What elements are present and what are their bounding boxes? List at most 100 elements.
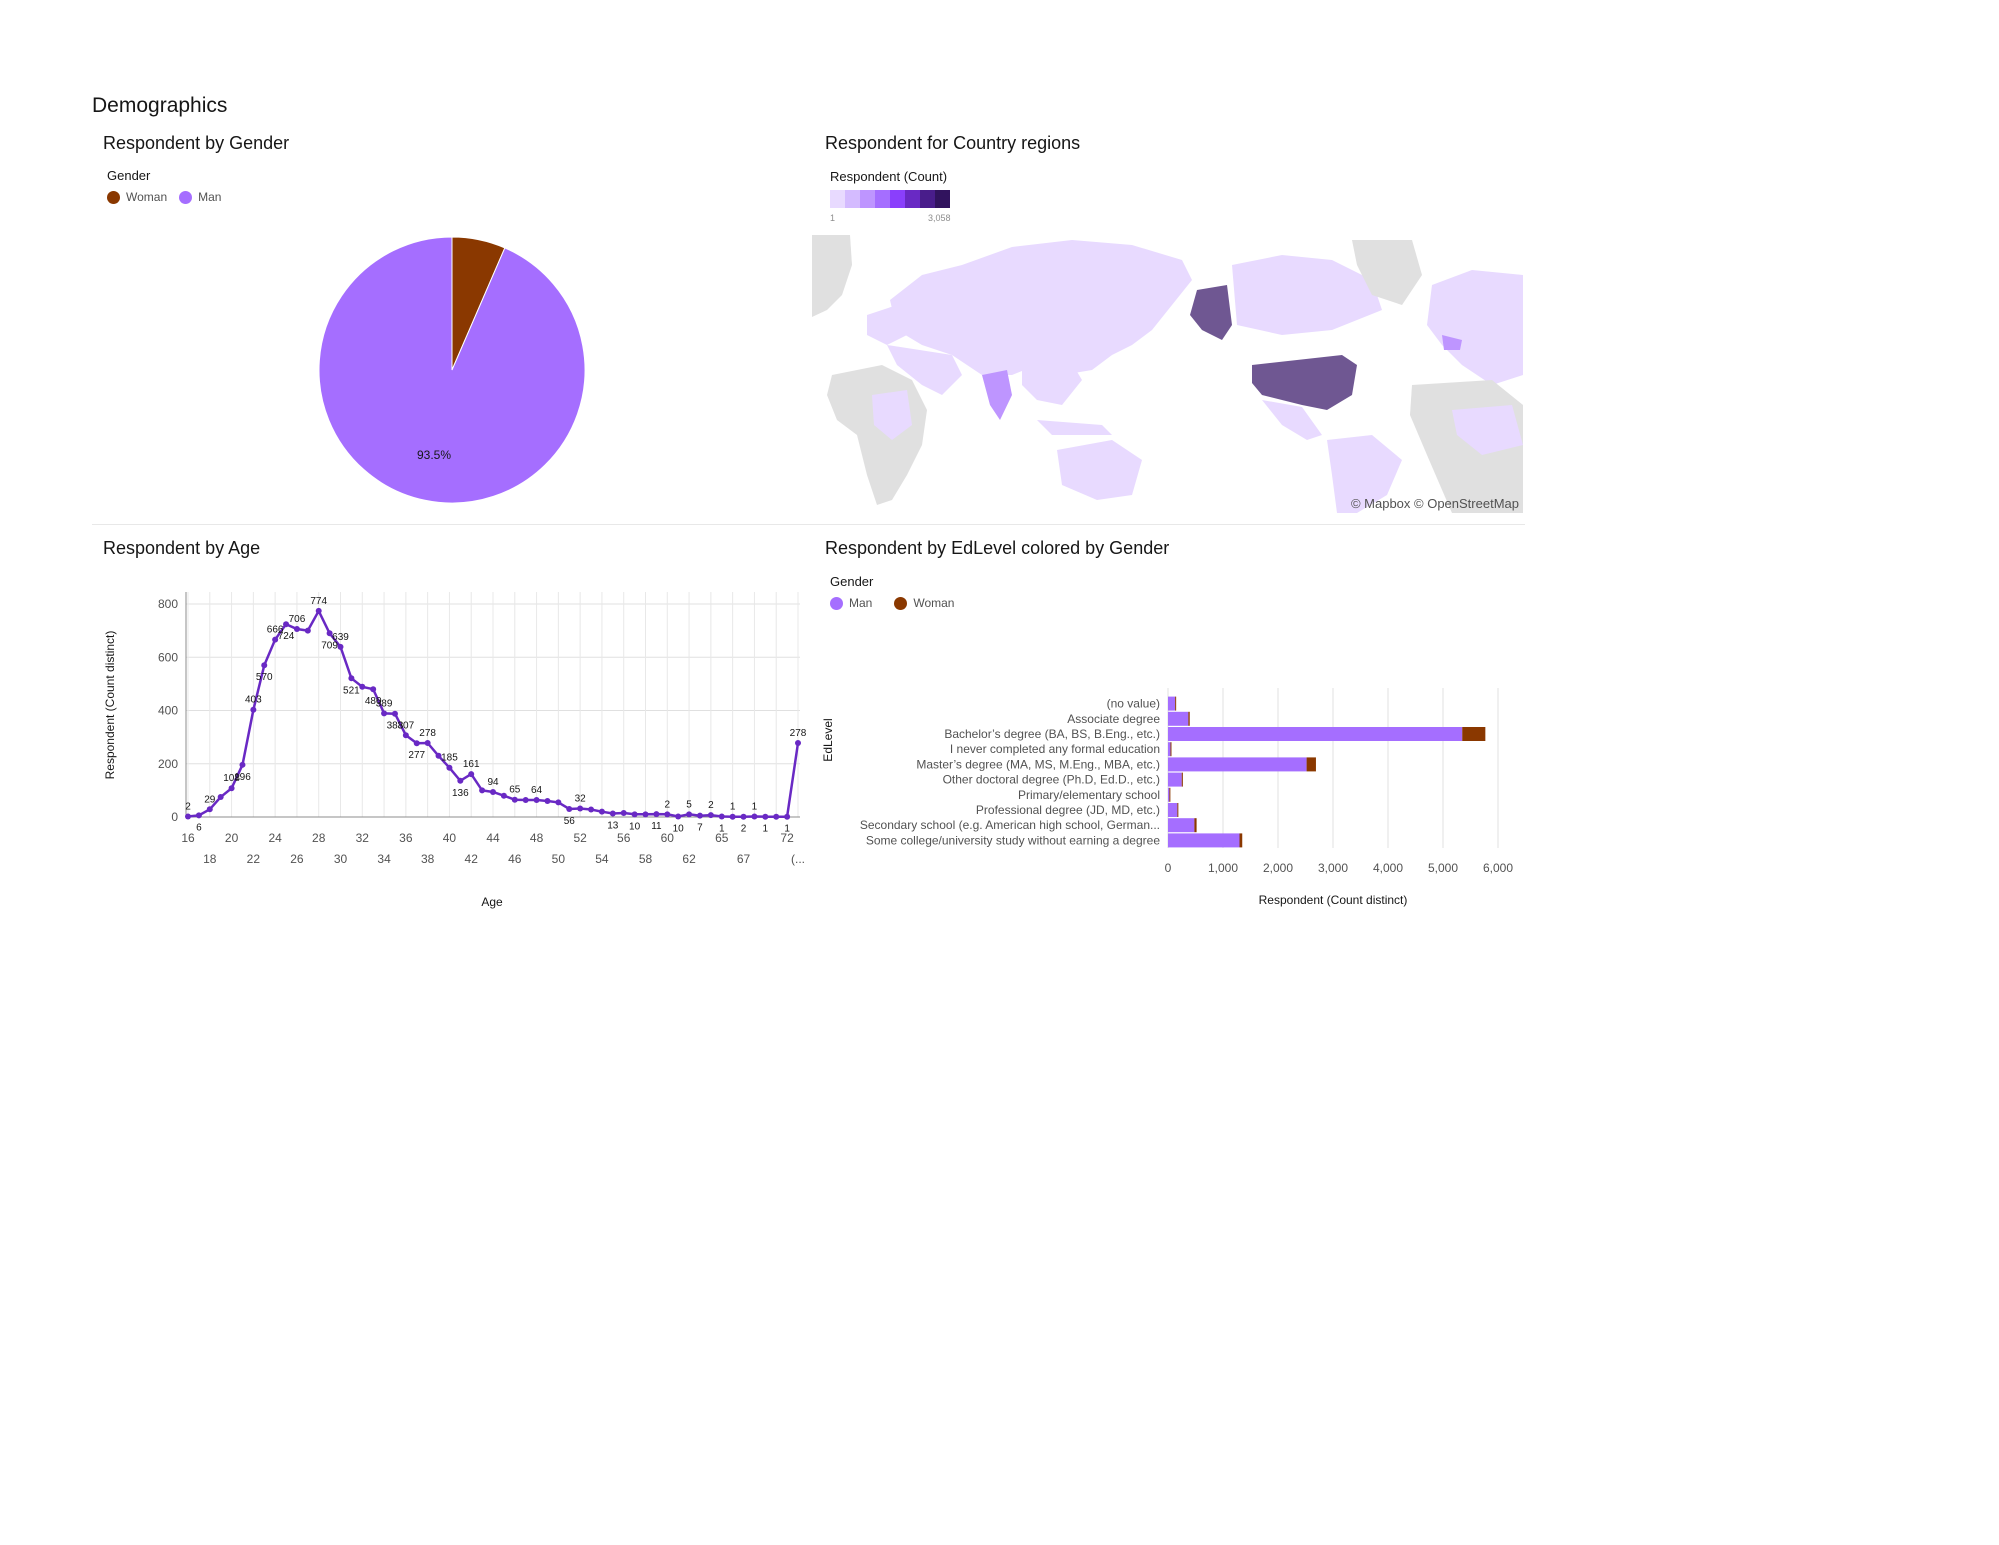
map-attribution[interactable]: © Mapbox © OpenStreetMap: [1351, 496, 1519, 511]
age-data-point[interactable]: [686, 811, 693, 818]
age-data-point[interactable]: [413, 740, 420, 747]
ed-bar-woman[interactable]: [1169, 787, 1171, 802]
ed-bar-woman[interactable]: [1306, 757, 1316, 772]
ed-bar-woman[interactable]: [1194, 818, 1197, 833]
age-data-point[interactable]: [729, 813, 736, 820]
age-data-point[interactable]: [490, 788, 496, 795]
age-data-point[interactable]: [696, 812, 703, 819]
ed-bar-woman[interactable]: [1175, 696, 1177, 711]
age-data-point[interactable]: [609, 810, 616, 817]
age-data-point[interactable]: [304, 627, 311, 634]
ed-bar-woman[interactable]: [1181, 772, 1183, 787]
man-swatch-icon: [830, 596, 843, 610]
ed-x-tick-label: 0: [1165, 861, 1172, 875]
edlevel-panel-title: Respondent by EdLevel colored by Gender: [825, 538, 1170, 558]
age-data-point[interactable]: [598, 808, 605, 815]
age-data-point[interactable]: [762, 813, 769, 820]
age-x-tick-label: 30: [334, 852, 348, 866]
ed-bar-man[interactable]: [1168, 833, 1240, 848]
age-data-point[interactable]: [751, 813, 758, 820]
legend-item-man[interactable]: Man: [179, 190, 221, 204]
age-data-label: 2: [185, 801, 191, 812]
ed-bar-woman[interactable]: [1188, 711, 1190, 726]
age-data-point[interactable]: [391, 710, 398, 717]
age-data-point[interactable]: [293, 626, 300, 633]
age-data-label: 278: [790, 728, 807, 739]
age-data-point[interactable]: [784, 813, 791, 820]
age-data-point[interactable]: [315, 607, 322, 614]
age-data-point[interactable]: [250, 706, 257, 713]
age-data-point[interactable]: [402, 732, 409, 739]
map-canvas[interactable]: [812, 235, 1523, 513]
age-data-point[interactable]: [718, 813, 725, 820]
age-data-point[interactable]: [642, 811, 649, 818]
age-data-point[interactable]: [631, 811, 638, 818]
ed-bar-woman[interactable]: [1239, 833, 1243, 848]
age-data-point[interactable]: [577, 805, 584, 812]
pie-slice-man[interactable]: [318, 236, 586, 504]
legend-item-woman[interactable]: Woman: [107, 190, 167, 204]
gender-pie-chart: 93.5%: [318, 236, 586, 504]
age-data-point[interactable]: [620, 810, 627, 817]
age-data-point[interactable]: [185, 813, 191, 820]
age-data-point[interactable]: [424, 739, 431, 746]
age-data-point[interactable]: [217, 794, 224, 801]
age-data-point[interactable]: [228, 785, 235, 792]
age-data-point[interactable]: [500, 792, 507, 799]
world-map[interactable]: © Mapbox © OpenStreetMap: [812, 235, 1523, 513]
ed-category-label: (no value): [1107, 697, 1160, 711]
ed-bar-man[interactable]: [1168, 727, 1463, 741]
ed-bar-man[interactable]: [1168, 696, 1176, 711]
age-data-point[interactable]: [468, 771, 475, 778]
age-data-point[interactable]: [740, 813, 747, 820]
ed-bar-woman[interactable]: [1177, 803, 1179, 817]
age-data-point[interactable]: [773, 813, 780, 820]
age-data-point[interactable]: [675, 813, 682, 820]
country-panel-title: Respondent for Country regions: [825, 133, 1081, 153]
ed-bar-man[interactable]: [1168, 787, 1170, 802]
ed-bar-man[interactable]: [1168, 803, 1178, 817]
section-title: Demographics: [92, 94, 228, 117]
age-data-point[interactable]: [544, 798, 551, 805]
ed-x-tick-label: 1,000: [1208, 861, 1238, 875]
row-divider: [92, 524, 1525, 525]
age-x-tick-label: 48: [530, 831, 544, 845]
legend-item-woman[interactable]: Woman: [894, 596, 954, 610]
age-data-point[interactable]: [239, 761, 246, 768]
legend-item-man[interactable]: Man: [830, 596, 872, 610]
ed-bar-man[interactable]: [1168, 772, 1182, 787]
age-data-point[interactable]: [457, 777, 464, 784]
age-data-point[interactable]: [511, 796, 518, 803]
ed-bar-man[interactable]: [1168, 757, 1307, 772]
age-data-point[interactable]: [359, 683, 366, 690]
age-data-point[interactable]: [446, 764, 453, 771]
ed-bar-man[interactable]: [1168, 742, 1171, 757]
age-data-point[interactable]: [337, 643, 344, 650]
age-data-point[interactable]: [555, 799, 562, 806]
ed-bar-woman[interactable]: [1170, 742, 1172, 757]
age-data-point[interactable]: [370, 686, 377, 693]
age-data-point[interactable]: [206, 806, 213, 813]
age-y-tick-label: 400: [158, 704, 178, 718]
ed-x-tick-label: 4,000: [1373, 861, 1403, 875]
ed-bar-man[interactable]: [1168, 818, 1195, 833]
age-data-point[interactable]: [195, 812, 202, 819]
age-data-point[interactable]: [664, 811, 671, 818]
age-data-point[interactable]: [588, 806, 595, 813]
ed-bar-woman[interactable]: [1462, 727, 1486, 741]
age-data-point[interactable]: [261, 662, 268, 669]
age-x-tick-label: 38: [421, 852, 435, 866]
age-data-point[interactable]: [533, 796, 540, 803]
age-data-point[interactable]: [479, 787, 486, 794]
age-data-point[interactable]: [707, 812, 714, 819]
age-data-point[interactable]: [348, 675, 355, 682]
age-data-point[interactable]: [566, 806, 573, 813]
age-data-point[interactable]: [653, 811, 660, 818]
woman-swatch-icon: [107, 190, 120, 204]
age-data-label: 196: [234, 772, 251, 783]
ed-bar-man[interactable]: [1168, 711, 1189, 726]
ed-x-tick-label: 6,000: [1483, 861, 1513, 875]
age-data-point[interactable]: [381, 710, 388, 717]
age-data-point[interactable]: [795, 739, 801, 746]
age-data-point[interactable]: [522, 796, 529, 803]
